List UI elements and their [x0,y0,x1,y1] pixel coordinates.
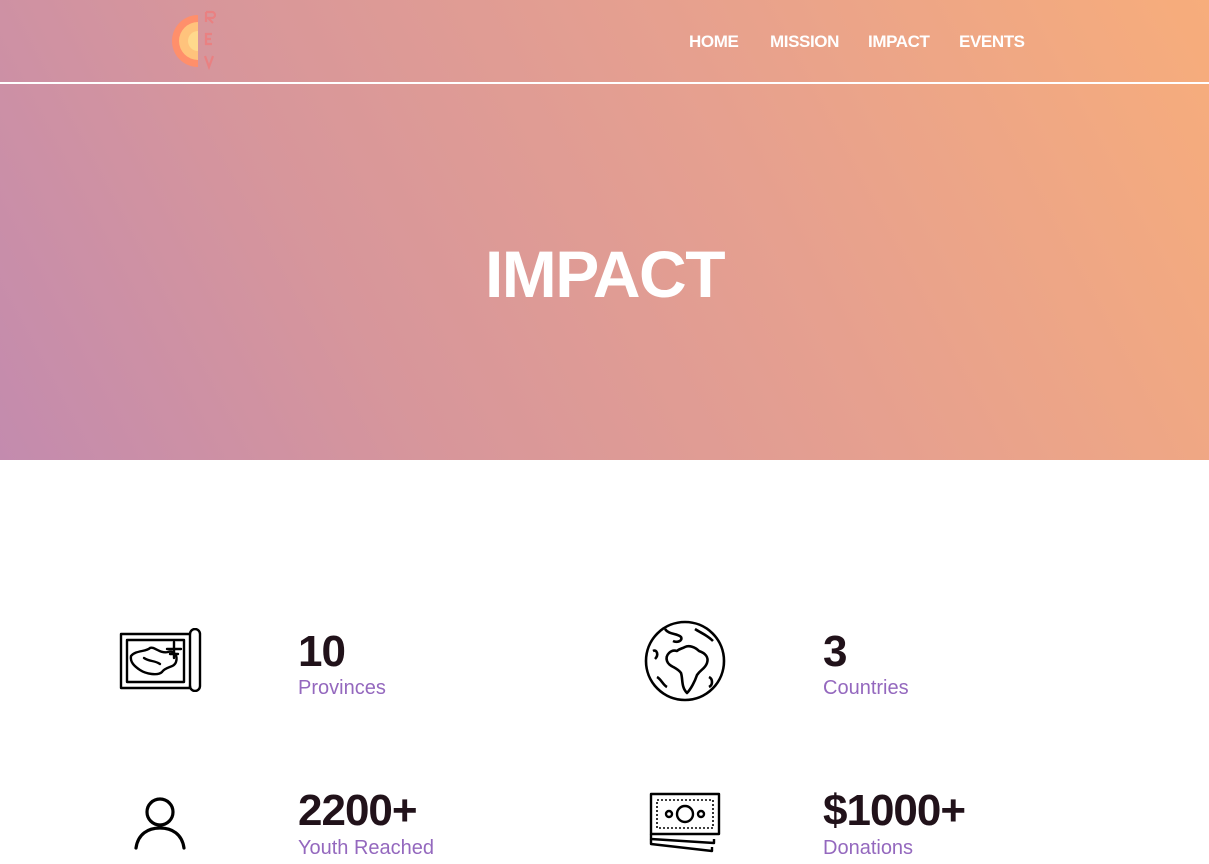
stat-label: Countries [823,677,909,699]
globe-icon [644,620,726,702]
stat-value: 10 [298,627,346,676]
nav-events-link[interactable]: EVENTS [959,32,1025,52]
stat-label: Donations [823,837,914,859]
stat-label: Youth Reached [298,837,435,859]
hero-section: HOME MISSION IMPACT EVENTS IMPACT [0,0,1209,460]
nav-mission-link[interactable]: MISSION [770,32,839,52]
stat-value: 3 [823,627,848,676]
page-title: IMPACT [484,237,726,311]
money-icon [649,792,721,853]
person-icon [134,797,186,850]
navbar: HOME MISSION IMPACT EVENTS [0,0,1209,84]
stat-value: 2200+ [298,786,418,835]
nav-menu: HOME MISSION IMPACT EVENTS [0,32,1209,54]
map-icon [119,628,202,692]
nav-impact-link[interactable]: IMPACT [868,32,930,52]
stat-value: $1000+ [823,786,966,835]
nav-home-link[interactable]: HOME [689,32,739,52]
stat-label: Provinces [298,677,386,699]
